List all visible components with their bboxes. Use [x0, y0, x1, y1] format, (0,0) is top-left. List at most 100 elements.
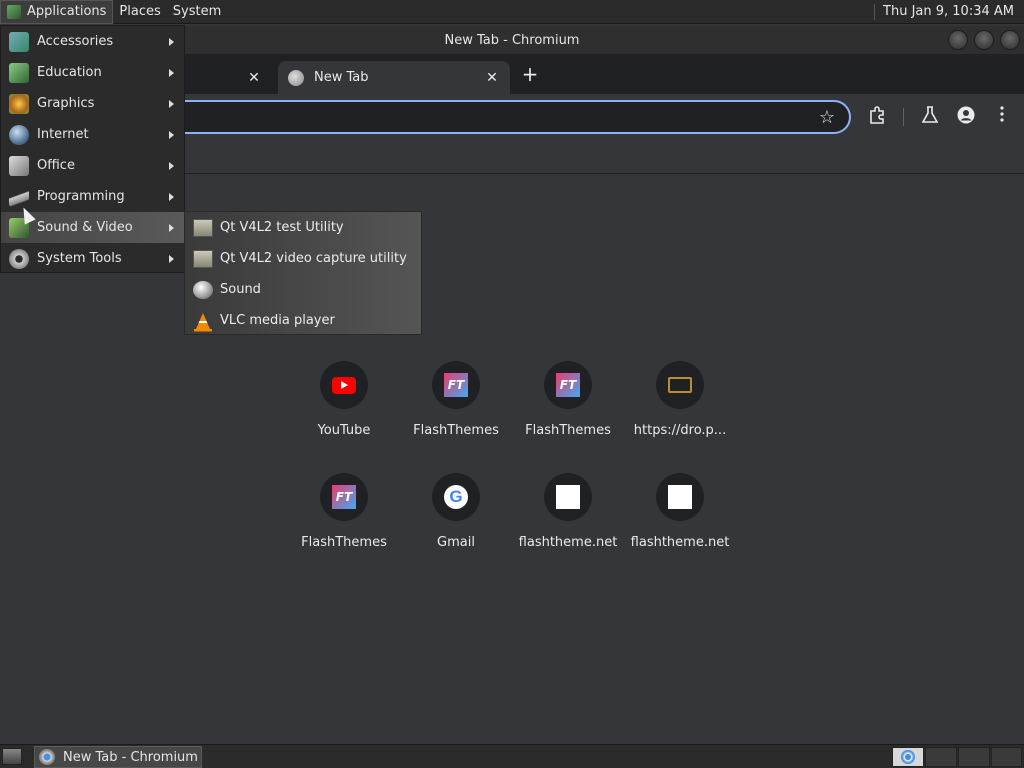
menu-item-label: Sound & Video — [37, 220, 133, 235]
app-window-icon — [193, 218, 213, 237]
shortcut-label: flashtheme.net — [518, 535, 618, 550]
profile-icon[interactable] — [955, 106, 977, 128]
tab-background[interactable]: ✕ — [180, 61, 272, 94]
menu-kebab-icon[interactable] — [991, 106, 1013, 128]
clock[interactable]: Thu Jan 9, 10:34 AM — [875, 4, 1024, 19]
taskbar-window-button[interactable]: New Tab - Chromium — [34, 746, 202, 768]
tab-close-icon[interactable]: ✕ — [484, 70, 500, 86]
minimize-button[interactable] — [948, 30, 968, 50]
extensions-icon[interactable] — [866, 106, 888, 128]
shortcut-label: FlashThemes — [301, 535, 387, 550]
youtube-icon — [332, 376, 356, 394]
shortcut-label: https://dro.p... — [633, 423, 727, 438]
address-bar[interactable]: ☆ — [160, 100, 851, 134]
maximize-button[interactable] — [974, 30, 994, 50]
menu-item-office[interactable]: Office — [1, 150, 184, 181]
chromium-icon — [39, 749, 55, 765]
system-menu[interactable]: System — [167, 0, 227, 24]
submenu-arrow-icon — [169, 37, 174, 46]
shortcut-icon-circle: FT — [544, 361, 592, 409]
workspace-3[interactable] — [958, 747, 990, 767]
shortcut-icon-circle: G — [432, 473, 480, 521]
shortcut-tile[interactable]: flashtheme.net — [512, 473, 624, 550]
shortcut-tile[interactable]: YouTube — [288, 361, 400, 438]
shortcut-tile[interactable]: flashtheme.net — [624, 473, 736, 550]
workspace-1[interactable] — [892, 747, 924, 767]
applications-icon — [7, 4, 21, 19]
sound-icon — [193, 280, 213, 299]
internet-globe-icon — [9, 124, 29, 145]
submenu-item-label: Qt V4L2 video capture utility — [220, 251, 407, 266]
new-tab-button[interactable]: + — [520, 64, 540, 84]
shortcut-tile[interactable]: FT FlashThemes — [400, 361, 512, 438]
shortcut-tile[interactable]: https://dro.p... — [624, 361, 736, 438]
blank-page-icon — [668, 485, 692, 509]
workspace-4[interactable] — [991, 747, 1022, 767]
shortcut-label: Gmail — [437, 535, 475, 550]
chromium-icon — [901, 750, 915, 764]
menu-item-system-tools[interactable]: System Tools — [1, 243, 184, 274]
menu-item-education[interactable]: Education — [1, 57, 184, 88]
menu-item-accessories[interactable]: Accessories — [1, 26, 184, 57]
flashthemes-icon: FT — [444, 373, 468, 397]
bookmark-star-icon[interactable]: ☆ — [819, 107, 835, 128]
toolbar-divider — [903, 108, 904, 126]
submenu-item-label: VLC media player — [220, 313, 335, 328]
education-icon — [9, 62, 29, 83]
blank-page-icon — [556, 485, 580, 509]
places-menu[interactable]: Places — [113, 0, 166, 24]
menu-item-label: Programming — [37, 189, 125, 204]
shortcut-icon-circle: FT — [432, 361, 480, 409]
shortcut-icon-circle — [656, 361, 704, 409]
tab-new-tab[interactable]: New Tab ✕ — [278, 61, 510, 94]
submenu-arrow-icon — [169, 192, 174, 201]
submenu-arrow-icon — [169, 254, 174, 263]
show-desktop-button[interactable] — [2, 748, 22, 765]
submenu-item-sound[interactable]: Sound — [185, 274, 421, 305]
submenu-arrow-icon — [169, 130, 174, 139]
menu-item-label: Office — [37, 158, 75, 173]
shortcut-icon-circle — [656, 473, 704, 521]
submenu-item-qt-v4l2-test[interactable]: Qt V4L2 test Utility — [185, 212, 421, 243]
submenu-item-label: Sound — [220, 282, 261, 297]
submenu-arrow-icon — [169, 68, 174, 77]
menu-item-label: System Tools — [37, 251, 122, 266]
menu-item-graphics[interactable]: Graphics — [1, 88, 184, 119]
shortcut-icon-circle — [544, 473, 592, 521]
shortcut-label: FlashThemes — [413, 423, 499, 438]
submenu-arrow-icon — [169, 99, 174, 108]
menu-item-internet[interactable]: Internet — [1, 119, 184, 150]
vlc-cone-icon — [193, 312, 213, 331]
submenu-item-qt-v4l2-capture[interactable]: Qt V4L2 video capture utility — [185, 243, 421, 274]
shortcut-label: YouTube — [317, 423, 371, 438]
menu-item-label: Internet — [37, 127, 89, 142]
globe-icon — [288, 69, 304, 86]
sound-video-submenu: Qt V4L2 test Utility Qt V4L2 video captu… — [184, 211, 422, 335]
app-window-icon — [193, 249, 213, 268]
shortcut-icon-circle: FT — [320, 473, 368, 521]
labs-flask-icon[interactable] — [919, 106, 941, 128]
submenu-arrow-icon — [169, 223, 174, 232]
shortcut-label: FlashThemes — [525, 423, 611, 438]
workspace-2[interactable] — [925, 747, 957, 767]
applications-menu[interactable]: Applications — [0, 0, 114, 24]
flashthemes-icon: FT — [556, 373, 580, 397]
window-controls — [948, 30, 1020, 50]
tab-close-icon[interactable]: ✕ — [246, 70, 262, 86]
menu-item-label: Accessories — [37, 34, 114, 49]
dro-icon — [668, 377, 692, 393]
shortcut-tile[interactable]: FT FlashThemes — [288, 473, 400, 550]
google-icon: G — [444, 485, 468, 509]
flashthemes-icon: FT — [332, 485, 356, 509]
shortcut-tile[interactable]: G Gmail — [400, 473, 512, 550]
menu-item-label: Graphics — [37, 96, 95, 111]
shortcut-tile[interactable]: FT FlashThemes — [512, 361, 624, 438]
submenu-item-label: Qt V4L2 test Utility — [220, 220, 344, 235]
close-window-button[interactable] — [1000, 30, 1020, 50]
gear-icon — [9, 248, 29, 269]
menu-item-label: Education — [37, 65, 102, 80]
submenu-item-vlc[interactable]: VLC media player — [185, 305, 421, 336]
office-icon — [9, 155, 29, 176]
shortcut-label: flashtheme.net — [630, 535, 730, 550]
tab-title: New Tab — [314, 70, 369, 85]
